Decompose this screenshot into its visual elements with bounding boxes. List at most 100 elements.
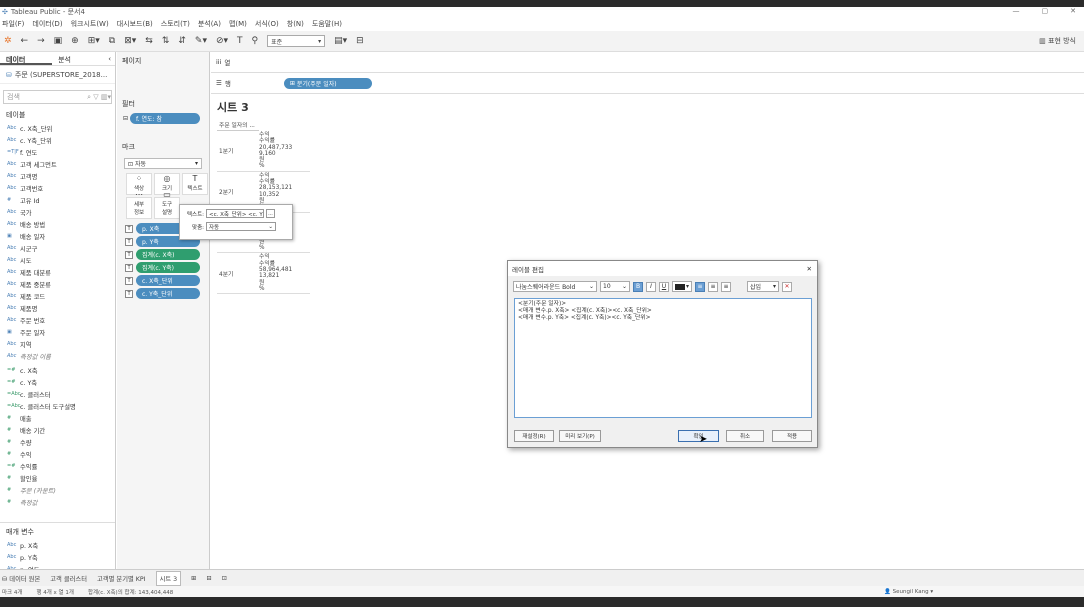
align-select[interactable]: 자동 ⌄ <box>206 222 276 231</box>
dim-field[interactable]: Abc 고객 세그먼트 <box>0 158 115 170</box>
close-button[interactable]: ✕ <box>1070 7 1076 15</box>
align-left-button[interactable]: ≡ <box>695 281 705 292</box>
tab-analysis[interactable]: 분석 <box>52 52 104 65</box>
meas-field[interactable]: # 측정값 <box>0 496 115 508</box>
mark-pill[interactable]: c. Y축_단위 <box>136 288 200 299</box>
cancel-button[interactable]: 취소 <box>726 430 764 442</box>
duplicate-sheet-icon[interactable]: ⧉ <box>109 36 115 46</box>
dim-field[interactable]: Abc c. Y축_단위 <box>0 134 115 146</box>
text-mark-icon[interactable]: T <box>125 224 133 233</box>
menu-format[interactable]: 서식(O) <box>255 19 279 29</box>
collapse-icon[interactable]: ‹ <box>104 52 115 65</box>
filter-pill[interactable]: f. 연도: 참 <box>130 113 201 124</box>
insert-menu[interactable]: 삽입 ▾ <box>747 281 779 292</box>
show-cards-icon[interactable]: ▤▾ <box>334 36 347 46</box>
font-select[interactable]: 나눔스퀘어라운드 Bold ⌄ <box>513 281 597 292</box>
mark-pill[interactable]: 집계(c. X축) <box>136 249 200 260</box>
new-story-tab-icon[interactable]: ⊡ <box>222 575 227 582</box>
tab-datasource[interactable]: ⛁ 데이터 원본 <box>2 574 40 583</box>
search-input[interactable]: 검색 ⌕ ▽ ▥▾ <box>3 90 112 104</box>
dim-field[interactable]: Abc 측정값 이름 <box>0 350 115 362</box>
tableau-logo-icon[interactable]: ✲ <box>4 36 12 46</box>
group-icon[interactable]: ⊘▾ <box>216 36 228 46</box>
table-row[interactable]: 1분기 수익 수익률 20,487,733 9,160 원% <box>217 131 310 172</box>
dim-field[interactable]: Abc c. X축_단위 <box>0 122 115 134</box>
mark-button[interactable]: ▭ 도구 설명 <box>154 190 180 219</box>
show-me-button[interactable]: ▥ 표현 방식 <box>1039 36 1076 46</box>
dim-field[interactable]: Abc 시군구 <box>0 242 115 254</box>
highlight-icon[interactable]: ✎▾ <box>195 36 207 46</box>
meas-field[interactable]: # 주문 (카운트) <box>0 484 115 496</box>
new-dashboard-tab-icon[interactable]: ⊟ <box>206 575 211 582</box>
user-menu[interactable]: 👤 Seungil Kang ▾ <box>884 589 933 595</box>
edit-label-button[interactable]: ... <box>266 209 275 218</box>
meas-field[interactable]: =# 수익률 <box>0 460 115 472</box>
meas-field[interactable]: =# c. X축 <box>0 364 115 376</box>
dim-field[interactable]: ▣ 주문 일자 <box>0 326 115 338</box>
sort-asc-icon[interactable]: ⇅ <box>162 36 170 46</box>
menu-help[interactable]: 도움말(H) <box>312 19 342 29</box>
underline-button[interactable]: U <box>659 281 669 292</box>
dim-field[interactable]: # 고유 Id <box>0 194 115 206</box>
dim-field[interactable]: Abc 지역 <box>0 338 115 350</box>
tab-sheet3[interactable]: 시트 3 <box>155 570 182 586</box>
dim-field[interactable]: Abc 제품 대분류 <box>0 266 115 278</box>
dim-field[interactable]: Abc 고객번호 <box>0 182 115 194</box>
align-right-button[interactable]: ≡ <box>721 281 731 292</box>
sort-desc-icon[interactable]: ⇵ <box>178 36 186 46</box>
text-mark-icon[interactable]: T <box>125 263 133 272</box>
mark-button[interactable]: T 텍스트 <box>182 173 208 195</box>
bold-button[interactable]: B <box>633 281 643 292</box>
dim-field[interactable]: =T|F f. 연도 <box>0 146 115 158</box>
new-sheet-tab-icon[interactable]: ⊞ <box>191 575 196 582</box>
dim-field[interactable]: Abc 제품 중분류 <box>0 278 115 290</box>
meas-field[interactable]: # 수량 <box>0 436 115 448</box>
rows-shelf[interactable]: ☰ 행 ⊞ 분기(주문 일자) <box>211 73 1084 94</box>
dim-field[interactable]: Abc 제품 코드 <box>0 290 115 302</box>
param-field[interactable]: Abc p. Y축 <box>0 551 115 563</box>
pin-icon[interactable]: ⚲ <box>252 36 259 46</box>
dim-field[interactable]: Abc 시도 <box>0 254 115 266</box>
param-field[interactable]: Abc p. X축 <box>0 539 115 551</box>
pages-card[interactable]: 페이지 <box>117 52 209 70</box>
new-sheet-icon[interactable]: ⊞▾ <box>88 36 100 46</box>
dim-field[interactable]: Abc 제품명 <box>0 302 115 314</box>
meas-field[interactable]: =Abc c. 클러스터 <box>0 388 115 400</box>
menu-file[interactable]: 파일(F) <box>2 19 24 29</box>
meas-field[interactable]: # 수익 <box>0 448 115 460</box>
dim-field[interactable]: Abc 고객명 <box>0 170 115 182</box>
menu-map[interactable]: 맵(M) <box>229 19 247 29</box>
preview-button[interactable]: 미리 보기(P) <box>559 430 601 442</box>
color-picker[interactable]: ▾ <box>672 281 692 292</box>
meas-field[interactable]: # 매출 <box>0 412 115 424</box>
mark-button[interactable]: ⋯ 세부 정보 <box>126 190 152 219</box>
menu-dashboard[interactable]: 대시보드(B) <box>117 19 153 29</box>
tab-data[interactable]: 데이터 <box>0 52 53 65</box>
dim-field[interactable]: ▣ 배송 일자 <box>0 230 115 242</box>
label-editor[interactable]: <분기(주문 일자)> <매개 변수.p. X축> <집계(c. X축)><c. … <box>514 298 812 418</box>
text-mark-icon[interactable]: T <box>125 250 133 259</box>
menu-story[interactable]: 스토리(T) <box>161 19 190 29</box>
tab-customer-cluster[interactable]: 고객 클러스터 <box>50 574 87 583</box>
minimize-button[interactable]: — <box>1013 7 1020 15</box>
meas-field[interactable]: # 할인율 <box>0 472 115 484</box>
clear-format-button[interactable]: ✕ <box>782 281 792 292</box>
columns-shelf[interactable]: iii 열 <box>211 52 1084 73</box>
datasource-item[interactable]: ⛁ 주문 (SUPERSTORE_2018... <box>0 66 115 84</box>
menu-window[interactable]: 창(N) <box>287 19 304 29</box>
meas-field[interactable]: =# c. Y축 <box>0 376 115 388</box>
menu-analysis[interactable]: 분석(A) <box>198 19 221 29</box>
reset-button[interactable]: 재설정(R) <box>514 430 554 442</box>
apply-button[interactable]: 적용 <box>772 430 812 442</box>
dim-field[interactable]: Abc 국가 <box>0 206 115 218</box>
tab-kpi[interactable]: 고객별 분기별 KPI <box>97 574 146 583</box>
text-mark-icon[interactable]: T <box>125 276 133 285</box>
mark-type-select[interactable]: ⊡ 자동 ▾ <box>124 158 202 169</box>
swap-icon[interactable]: ⇆ <box>145 36 153 46</box>
size-select[interactable]: 10 ⌄ <box>600 281 630 292</box>
forward-icon[interactable]: → <box>37 36 45 46</box>
dim-field[interactable]: Abc 배송 방법 <box>0 218 115 230</box>
italic-button[interactable]: I <box>646 281 656 292</box>
meas-field[interactable]: # 배송 기간 <box>0 424 115 436</box>
text-mark-icon[interactable]: T <box>125 237 133 246</box>
